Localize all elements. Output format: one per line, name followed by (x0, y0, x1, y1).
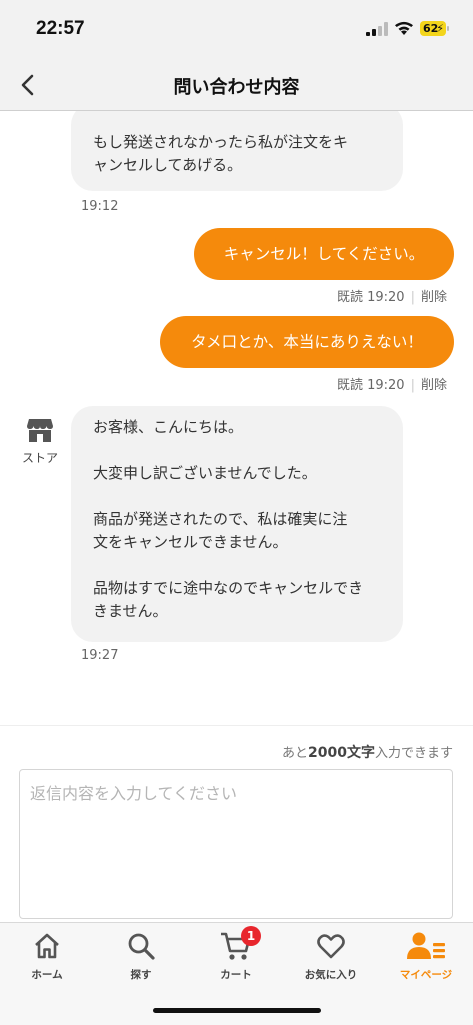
page-title: 問い合わせ内容 (173, 77, 300, 98)
message-line: ャンセルしてあげる。 (93, 156, 243, 174)
message-bubble-outgoing: キャンセル！してください。 (194, 228, 454, 280)
counter-suffix: 入力できます (374, 746, 453, 761)
tab-label: 探す (130, 969, 152, 981)
message-line: 文をキャンセルできません。 (93, 533, 288, 551)
message-line: 大変申し訳ございませんでした。 (93, 464, 317, 482)
sender-name: ストア (21, 451, 58, 465)
delete-link[interactable]: 削除 (421, 290, 447, 305)
status-time: 22:57 (36, 18, 85, 39)
counter-prefix: あと (282, 746, 309, 761)
tab-cart[interactable]: 1 カート (191, 926, 281, 982)
tab-label: お気に入り (304, 969, 358, 981)
tab-search[interactable]: 探す (96, 931, 186, 982)
reply-area: あと2000文字入力できます (0, 725, 473, 923)
read-status: 既読 19:20 (336, 290, 405, 305)
message-text: タメ口とか、本当にありえない！ (191, 333, 423, 351)
home-icon (35, 933, 59, 959)
message-line: 商品が発送されたので、私は確実に注 (93, 510, 348, 528)
search-icon (128, 933, 155, 960)
message-meta: 既読 19:20 | 削除 (336, 290, 447, 305)
tab-label: マイページ (399, 969, 453, 981)
message-line: もし発送されなかったら私が注文をキ (93, 133, 349, 151)
heart-icon (317, 934, 345, 959)
reply-input[interactable] (19, 769, 453, 919)
store-avatar[interactable]: ストア (20, 417, 60, 466)
store-icon (27, 419, 53, 442)
char-counter: あと2000文字入力できます (282, 742, 453, 762)
counter-number: 2000文字 (308, 745, 375, 761)
tab-mypage[interactable]: マイページ (381, 931, 471, 982)
tab-label: カート (220, 969, 252, 981)
nav-bar: 問い合わせ内容 (0, 62, 473, 111)
chat-thread[interactable]: もし発送されなかったら私が注文をキ ャンセルしてあげる。 19:12 キャンセル… (0, 111, 473, 725)
cart-badge: 1 (241, 926, 261, 946)
tab-home[interactable]: ホーム (2, 931, 92, 982)
message-meta: 既読 19:20 | 削除 (336, 378, 447, 393)
signal-icon (366, 22, 388, 36)
read-status: 既読 19:20 (336, 378, 405, 393)
message-time: 19:27 (81, 648, 119, 663)
status-bar: 22:57 62 ⚡ (0, 0, 473, 62)
wifi-icon (395, 21, 413, 35)
message-line: 品物はすでに途中なのでキャンセルでき (93, 579, 364, 597)
tab-favorites[interactable]: お気に入り (286, 931, 376, 982)
mypage-icon (407, 932, 445, 959)
delete-link[interactable]: 削除 (421, 378, 447, 393)
message-line: お客様、こんにちは。 (93, 418, 244, 436)
message-bubble-outgoing: タメ口とか、本当にありえない！ (160, 316, 454, 368)
message-bubble-incoming: お客様、こんにちは。 大変申し訳ございませんでした。 商品が発送されたので、私は… (71, 406, 403, 642)
message-time: 19:12 (81, 199, 119, 214)
message-line: きません。 (93, 602, 168, 620)
battery-icon: 62 ⚡ (420, 21, 446, 36)
home-indicator (153, 1008, 321, 1013)
message-bubble-incoming: もし発送されなかったら私が注文をキ ャンセルしてあげる。 (71, 111, 403, 191)
message-text: キャンセル！してください。 (223, 245, 425, 263)
tab-label: ホーム (31, 969, 63, 981)
